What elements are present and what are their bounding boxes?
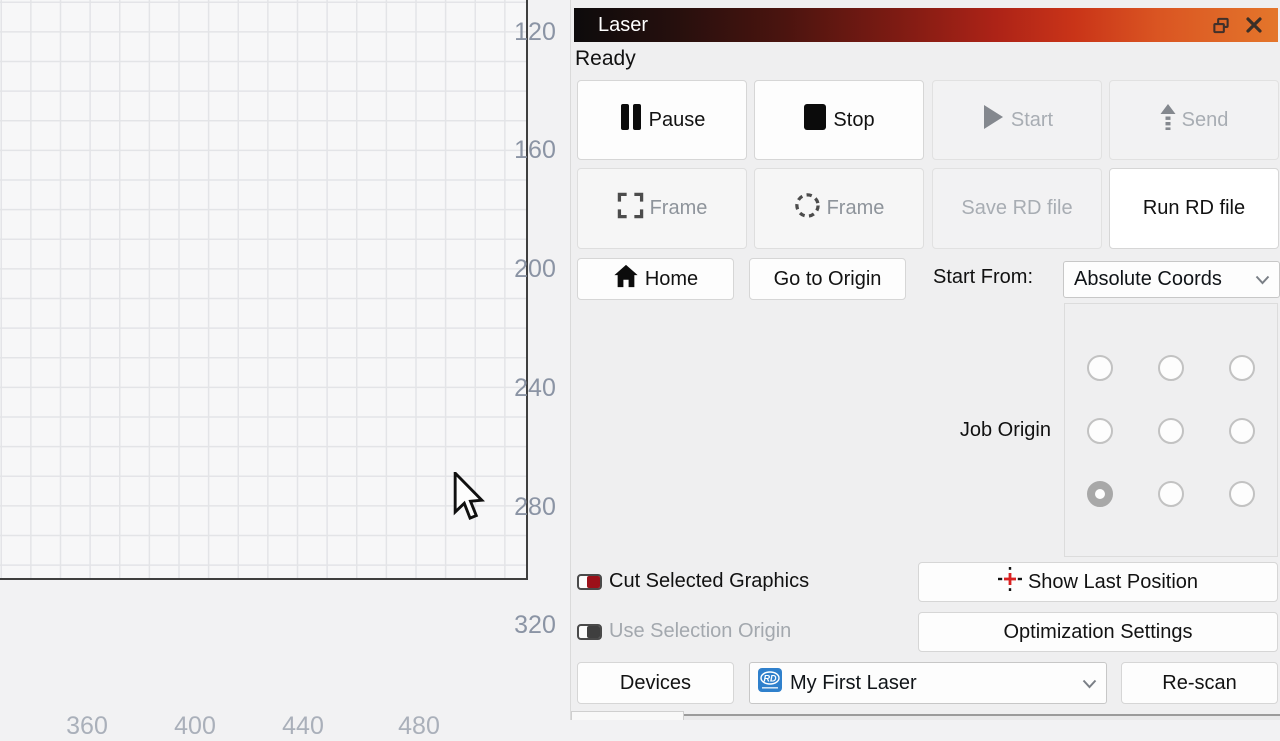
- close-icon[interactable]: [1245, 16, 1263, 34]
- ruler-tick-label: 360: [66, 712, 108, 740]
- ruida-rd-logo-icon: RD: [757, 667, 783, 699]
- pause-button[interactable]: Pause: [577, 80, 747, 160]
- laser-panel-titlebar[interactable]: Laser: [574, 8, 1278, 42]
- job-origin-group: [1064, 303, 1278, 557]
- job-origin-radio[interactable]: [1228, 481, 1255, 508]
- job-origin-grid: [1065, 336, 1277, 526]
- optimization-settings-button[interactable]: Optimization Settings: [918, 612, 1278, 652]
- send-button[interactable]: Send: [1109, 80, 1279, 160]
- home-button[interactable]: Home: [577, 258, 734, 300]
- devices-button[interactable]: Devices: [577, 662, 734, 704]
- use-selection-origin-toggle[interactable]: [577, 624, 602, 640]
- svg-text:RD: RD: [764, 674, 777, 684]
- use-selection-origin-label: Use Selection Origin: [609, 620, 792, 642]
- job-origin-radio[interactable]: [1087, 354, 1114, 381]
- work-area-grid[interactable]: [0, 0, 528, 580]
- cut-selected-label: Cut Selected Graphics: [609, 570, 810, 592]
- panel-title: Laser: [598, 13, 649, 36]
- job-origin-radio[interactable]: [1157, 481, 1184, 508]
- ruler-tick-label: 440: [282, 712, 324, 740]
- send-icon: [1160, 104, 1176, 136]
- start-from-label: Start From:: [933, 266, 1034, 288]
- chevron-down-icon: [1082, 672, 1097, 695]
- ruler-tick-label: 280: [514, 493, 556, 521]
- toggle-knob: [587, 576, 600, 588]
- run-rd-file-button[interactable]: Run RD file: [1109, 168, 1279, 249]
- frame-circle-icon: [794, 192, 821, 225]
- ruler-tick-label: 120: [514, 18, 556, 46]
- go-to-origin-button[interactable]: Go to Origin: [749, 258, 906, 300]
- show-last-position-button[interactable]: Show Last Position: [918, 562, 1278, 602]
- job-origin-radio[interactable]: [1087, 417, 1114, 444]
- float-window-icon[interactable]: [1212, 16, 1230, 34]
- job-origin-radio[interactable]: [1087, 481, 1114, 508]
- ruler-tick-label: 160: [514, 136, 556, 164]
- mouse-cursor-icon: [452, 469, 486, 527]
- toggle-knob: [587, 626, 600, 638]
- start-icon: [981, 104, 1005, 136]
- job-origin-radio[interactable]: [1228, 354, 1255, 381]
- ruler-tick-label: 200: [514, 255, 556, 283]
- start-from-dropdown[interactable]: Absolute Coords: [1063, 261, 1280, 298]
- stop-icon: [803, 103, 827, 137]
- dock-tab-laser[interactable]: [571, 711, 684, 720]
- device-select-dropdown[interactable]: RD My First Laser: [749, 662, 1107, 704]
- workspace-canvas: 120 160 200 240 280 320 360 400 440 480: [0, 0, 570, 740]
- ruler-tick-label: 320: [514, 611, 556, 639]
- cut-selected-toggle[interactable]: [577, 574, 602, 590]
- rescan-button[interactable]: Re-scan: [1121, 662, 1278, 704]
- job-origin-radio[interactable]: [1228, 417, 1255, 444]
- ruler-tick-label: 480: [398, 712, 440, 740]
- frame-circle-button[interactable]: Frame: [754, 168, 924, 249]
- frame-square-button[interactable]: Frame: [577, 168, 747, 249]
- chevron-down-icon: [1255, 268, 1270, 291]
- job-origin-label: Job Origin: [959, 419, 1051, 441]
- laser-panel: Laser Ready Pause Stop Start Send Frame …: [570, 0, 1280, 720]
- job-origin-radio[interactable]: [1157, 417, 1184, 444]
- job-origin-radio[interactable]: [1157, 354, 1184, 381]
- ruler-tick-label: 240: [514, 374, 556, 402]
- status-text: Ready: [575, 47, 636, 70]
- crosshair-position-icon: [997, 567, 1022, 597]
- frame-square-icon: [617, 192, 644, 225]
- stop-button[interactable]: Stop: [754, 80, 924, 160]
- save-rd-file-button[interactable]: Save RD file: [932, 168, 1102, 249]
- dock-tabstrip: [684, 716, 1280, 720]
- pause-icon: [619, 103, 643, 137]
- home-icon: [613, 263, 639, 295]
- ruler-tick-label: 400: [174, 712, 216, 740]
- start-button[interactable]: Start: [932, 80, 1102, 160]
